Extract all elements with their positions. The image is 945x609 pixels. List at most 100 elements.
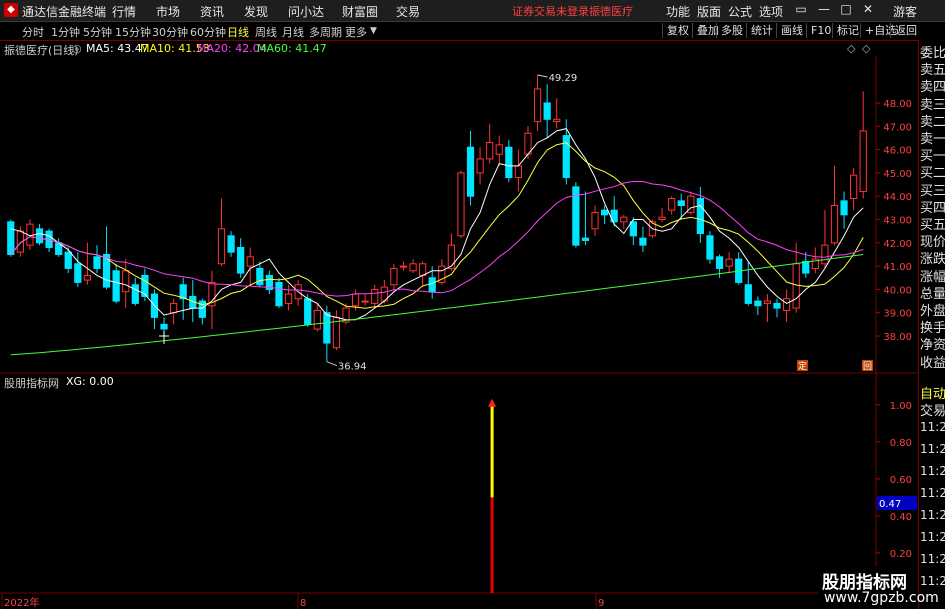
user-label[interactable]: 游客: [893, 3, 917, 20]
quote-side-panel: 委比 卖五 卖四 卖三 卖二 卖一 买一 买二 买三 买四 买五 现价 涨跌 涨幅 总量 外盘 换手 净资 收益 自动…: [918, 40, 945, 609]
candle-body: [457, 172, 465, 237]
candle-body: [112, 270, 120, 302]
candle-body: [399, 265, 408, 268]
candle-body: [7, 221, 15, 255]
menu-formula[interactable]: 公式: [728, 3, 752, 20]
ma-settings-icon[interactable]: ◎: [72, 42, 82, 55]
quote-field-label: 卖五: [920, 63, 945, 79]
candle-body: [514, 165, 523, 179]
candle-body: [35, 228, 44, 244]
date-label: 8: [300, 598, 306, 609]
quote-field-label: 净资: [920, 338, 945, 354]
menu-layout[interactable]: 版面: [697, 3, 721, 20]
tick-time: 11:29: [920, 530, 945, 544]
crosshair-marker: [159, 331, 170, 345]
candle-body: [581, 237, 590, 241]
candle-body: [715, 256, 724, 269]
candle-body: [390, 267, 398, 286]
diamond-icon[interactable]: ◇: [847, 42, 855, 55]
maximize-icon[interactable]: □: [838, 2, 854, 16]
menu-assistant[interactable]: 问小达: [288, 3, 324, 20]
menu-fortune[interactable]: 财富圈: [342, 3, 378, 20]
f10-button[interactable]: F10: [806, 23, 835, 38]
title-stock-name: 振德医疗: [589, 5, 633, 18]
tab-more[interactable]: 更多: [345, 24, 367, 40]
candle-body: [237, 246, 245, 274]
tab-monthly[interactable]: 月线: [282, 24, 304, 40]
candle-body: [725, 258, 733, 267]
candle-body: [533, 88, 542, 123]
minimize-icon[interactable]: —: [816, 2, 832, 16]
menu-news[interactable]: 资讯: [200, 3, 224, 20]
mark-button[interactable]: 标记: [832, 23, 863, 38]
current-value-label: 0.47: [879, 499, 901, 510]
title-bar: ◆ 通达信金融终端 行情 市场 资讯 发现 问小达 财富圈 交易 证券交易未登录…: [0, 0, 945, 22]
draw-line-button[interactable]: 画线: [776, 23, 807, 38]
candle-body: [275, 281, 283, 307]
tab-30min[interactable]: 30分钟: [152, 24, 188, 40]
tab-60min[interactable]: 60分钟: [190, 24, 226, 40]
tab-5min[interactable]: 5分钟: [83, 24, 112, 40]
price-tick-label: 42.00: [883, 239, 912, 250]
menu-quotes[interactable]: 行情: [112, 3, 136, 20]
candle-body: [782, 298, 791, 311]
quote-field-label: 换手: [920, 321, 945, 337]
indicator-tick-label: 0.20: [890, 549, 912, 560]
price-tick-label: 44.00: [883, 192, 912, 203]
price-tick-label: 43.00: [883, 215, 912, 226]
candle-body: [313, 309, 321, 330]
price-tick-label: 46.00: [883, 146, 912, 157]
indicator-chart[interactable]: 0.20 0.40 0.60 0.80 1.00 0.47 2022年 8 9: [0, 373, 918, 609]
candle-body: [668, 198, 676, 211]
quote-field-label: 总量: [920, 286, 945, 302]
tick-time: 11:29: [920, 552, 945, 566]
candle-body: [83, 274, 92, 281]
adjust-button[interactable]: 复权: [662, 23, 693, 38]
candle-body: [754, 300, 762, 307]
tab-15min[interactable]: 15分钟: [115, 24, 151, 40]
watermark-line2: www.7gpzb.com: [824, 590, 939, 606]
close-icon[interactable]: ✕: [860, 2, 876, 16]
menu-market[interactable]: 市场: [156, 3, 180, 20]
window-menu-icon[interactable]: ▭: [793, 2, 809, 16]
quote-field-label: 卖三: [920, 97, 945, 113]
low-price-label: 36.94: [338, 362, 367, 373]
candle-body: [122, 270, 130, 293]
tab-1min[interactable]: 1分钟: [51, 24, 80, 40]
more-dropdown-icon[interactable]: ▼: [370, 26, 377, 36]
quote-field-label: 涨幅: [920, 269, 945, 285]
watermark: 股朋指标网 www.7gpzb.com: [818, 566, 939, 609]
multi-stock-button[interactable]: 多股: [716, 23, 747, 38]
price-tick-label: 41.00: [883, 262, 912, 273]
tick-time: 11:29: [920, 574, 945, 588]
stats-button[interactable]: 统计: [746, 23, 777, 38]
tab-multi-period[interactable]: 多周期: [309, 24, 342, 40]
price-tick-label: 48.00: [883, 99, 912, 110]
price-tick-label: 47.00: [883, 122, 912, 133]
price-tick-label: 38.00: [883, 332, 912, 343]
candle-body: [543, 102, 551, 120]
trade-label[interactable]: 交易: [920, 400, 945, 419]
tick-time: 11:29: [920, 420, 945, 434]
back-button[interactable]: 返回: [890, 23, 921, 38]
menu-discover[interactable]: 发现: [244, 3, 268, 20]
candle-body: [505, 146, 513, 179]
expand-icon[interactable]: ◇: [862, 42, 870, 55]
app-name: 通达信金融终端: [22, 5, 107, 19]
candle-body: [284, 293, 293, 304]
price-tick-label: 45.00: [883, 169, 912, 180]
menu-options[interactable]: 选项: [759, 3, 783, 20]
login-warning[interactable]: 证券交易未登录: [512, 3, 589, 19]
candle-body: [64, 251, 72, 269]
indicator-tick-label: 0.40: [890, 512, 912, 523]
candle-body: [256, 267, 264, 286]
menu-trade[interactable]: 交易: [396, 3, 420, 20]
menu-function[interactable]: 功能: [666, 3, 690, 20]
candle-body: [792, 263, 800, 309]
candlestick-chart[interactable]: 38.00 39.00 40.00 41.00 42.00 43.00 44.00 45.00…: [0, 56, 918, 374]
tab-daily[interactable]: 日线: [227, 24, 249, 40]
tab-timeshare[interactable]: 分时: [22, 24, 44, 40]
ma10-line: [10, 142, 864, 309]
tab-weekly[interactable]: 周线: [255, 24, 277, 40]
quote-field-label: 收益: [920, 355, 945, 371]
